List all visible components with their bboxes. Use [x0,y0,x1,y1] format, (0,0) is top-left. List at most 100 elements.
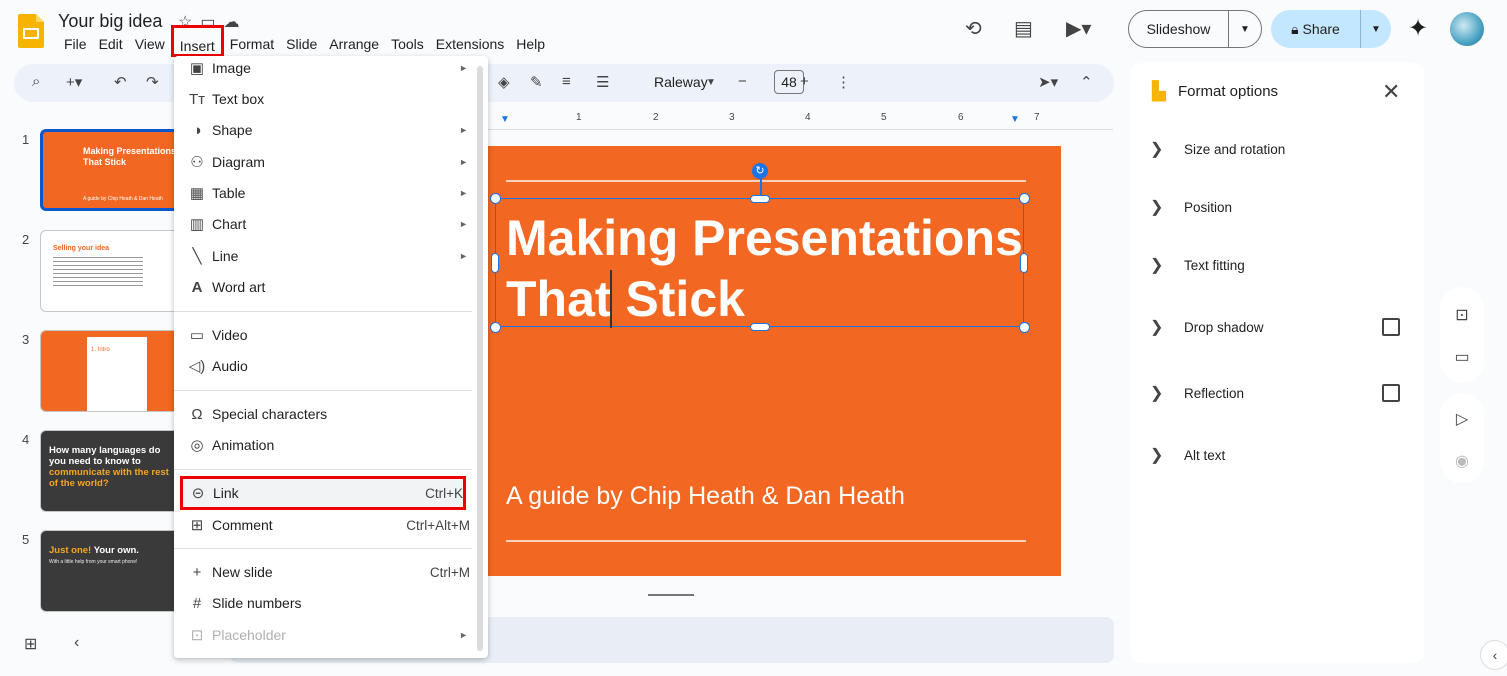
line-icon: ╲ [192,248,202,265]
redo-icon[interactable]: ↷ [146,73,159,91]
border-weight-icon[interactable]: ≡ [562,73,571,90]
menu-item-special-characters[interactable]: Ω Special characters [182,399,470,429]
slide-subtitle[interactable]: A guide by Chip Heath & Dan Heath [506,482,905,511]
slideshow-button[interactable]: Slideshow ▼ [1128,10,1262,48]
panel-title: Format options [1178,83,1279,100]
section-size-and-rotation[interactable]: ❯ Size and rotation [1150,137,1410,161]
section-reflection[interactable]: ❯ Reflection [1150,381,1410,405]
resize-handle-tr[interactable] [1019,193,1030,204]
menu-item-video[interactable]: ▭ Video [182,320,470,350]
menu-item-word-art[interactable]: A Word art [182,272,470,302]
plus-icon: + [192,563,202,581]
slide-thumbnail-2[interactable]: Selling your idea [40,230,180,312]
left-indent-marker-icon[interactable]: ▼ [500,114,510,125]
menu-item-diagram[interactable]: ⚇ Diagram ► [182,147,470,177]
section-drop-shadow[interactable]: ❯ Drop shadow [1150,315,1410,339]
text-selection-box[interactable] [495,198,1024,327]
menu-item-slide-numbers[interactable]: # Slide numbers [182,588,470,618]
menu-file[interactable]: File [58,35,93,57]
paint-roller-icon: ▙ [1152,81,1166,101]
notes-resize-handle[interactable] [648,594,694,596]
ruler-label: 2 [653,112,659,123]
slideshow-label[interactable]: Slideshow [1129,11,1229,47]
slide-thumbnail-4[interactable]: How many languages do you need to know t… [40,430,180,512]
menu-item-new-slide[interactable]: + New slide Ctrl+M [182,557,470,587]
increase-font-icon[interactable]: + [800,73,809,90]
submenu-arrow-icon: ► [459,125,468,135]
section-position[interactable]: ❯ Position [1150,195,1410,219]
menu-item-animation[interactable]: ◎ Animation [182,430,470,460]
resize-handle-bl[interactable] [490,322,501,333]
text-cursor [610,270,612,328]
submenu-arrow-icon: ► [459,251,468,261]
collapse-filmstrip-icon[interactable]: ‹ [74,634,79,652]
collapse-toolbar-icon[interactable]: ⌃ [1080,73,1093,91]
reflection-checkbox[interactable] [1382,384,1400,402]
menu-item-image[interactable]: ▣ Image ► [182,53,470,83]
submenu-arrow-icon: ► [459,219,468,229]
menu-item-chart[interactable]: ▥ Chart ► [182,209,470,239]
add-video-icon[interactable]: ▷ [1440,409,1484,429]
menu-item-line[interactable]: ╲ Line ► [182,241,470,271]
comments-icon[interactable]: ▤ [1014,16,1033,41]
undo-icon[interactable]: ↶ [114,73,127,91]
resize-handle-right[interactable] [1020,253,1028,273]
shape-icon: ◑ [192,121,202,139]
resize-handle-br[interactable] [1019,322,1030,333]
decrease-font-icon[interactable]: − [738,73,747,90]
slide-thumbnail-5[interactable]: Just one! Your own. With a little help f… [40,530,180,612]
side-panel-group-1: ⊡ ▭ [1440,287,1484,383]
slide-number: 3 [22,332,30,347]
add-image-icon[interactable]: ⊡ [1440,305,1484,325]
border-dash-icon[interactable]: ☰ [596,73,609,91]
right-indent-marker-icon[interactable]: ▼ [1010,114,1020,125]
section-text-fitting[interactable]: ❯ Text fitting [1150,253,1410,277]
slides-logo-icon[interactable] [18,14,44,48]
menu-help[interactable]: Help [510,35,551,57]
new-slide-icon[interactable]: +▾ [66,73,82,91]
grid-view-icon[interactable]: ⊞ [24,634,37,654]
menu-item-link[interactable]: ⊝ Link Ctrl+K [180,476,466,510]
border-color-icon[interactable]: ✎ [530,73,543,91]
search-icon[interactable]: ⌕ [32,73,40,90]
fill-color-icon[interactable]: ◈ [498,73,510,91]
slide-thumbnail-1[interactable]: Making Presentations That Stick A guide … [40,129,180,211]
chevron-left-icon[interactable]: ‹ [1480,640,1507,670]
rotate-handle-icon[interactable]: ↻ [752,163,768,179]
gemini-sparkle-icon[interactable]: ✦ [1408,14,1428,43]
ruler-label: 3 [729,112,735,123]
section-alt-text[interactable]: ❯ Alt text [1150,443,1410,467]
menu-item-text-box[interactable]: Tт Text box [182,84,470,114]
menu-edit[interactable]: Edit [93,35,129,57]
chevron-down-icon[interactable]: ▼ [1229,24,1261,35]
more-options-icon[interactable]: ⋮ [836,73,851,91]
close-icon[interactable]: ✕ [1382,79,1400,105]
avatar[interactable] [1450,12,1484,46]
menu-item-shape[interactable]: ◑ Shape ► [182,115,470,145]
drop-shadow-checkbox[interactable] [1382,318,1400,336]
record-icon[interactable]: ◉ [1440,451,1484,471]
menu-separator [174,548,472,549]
resize-handle-bottom[interactable] [750,323,770,331]
share-button[interactable]: 🔒︎ Share ▼ [1271,10,1391,48]
resize-handle-tl[interactable] [490,193,501,204]
resize-handle-left[interactable] [491,253,499,273]
slide-thumbnail-3[interactable]: 1. Intro [40,330,180,412]
cloud-status-icon[interactable]: ☁ [223,12,239,32]
menu-item-comment[interactable]: ⊞ Comment Ctrl+Alt+M [182,510,470,540]
text-box-icon: Tт [188,90,206,108]
audio-icon: ◁) [188,358,206,375]
menu-scrollbar[interactable] [477,66,483,651]
meet-camera-icon[interactable]: ▶▾ [1066,16,1091,41]
document-title[interactable]: Your big idea [58,11,162,32]
menu-view[interactable]: View [129,35,171,57]
folder-icon[interactable]: ▭ [1440,347,1484,367]
font-family-select[interactable]: Raleway [654,74,708,90]
chevron-down-icon[interactable]: ▼ [706,77,716,88]
version-history-icon[interactable]: ⟲ [965,16,982,41]
resize-handle-top[interactable] [750,195,770,203]
menu-item-audio[interactable]: ◁) Audio [182,351,470,381]
select-mode-icon[interactable]: ➤▾ [1038,73,1058,91]
chevron-down-icon[interactable]: ▼ [1361,24,1391,35]
menu-item-table[interactable]: ▦ Table ► [182,178,470,208]
